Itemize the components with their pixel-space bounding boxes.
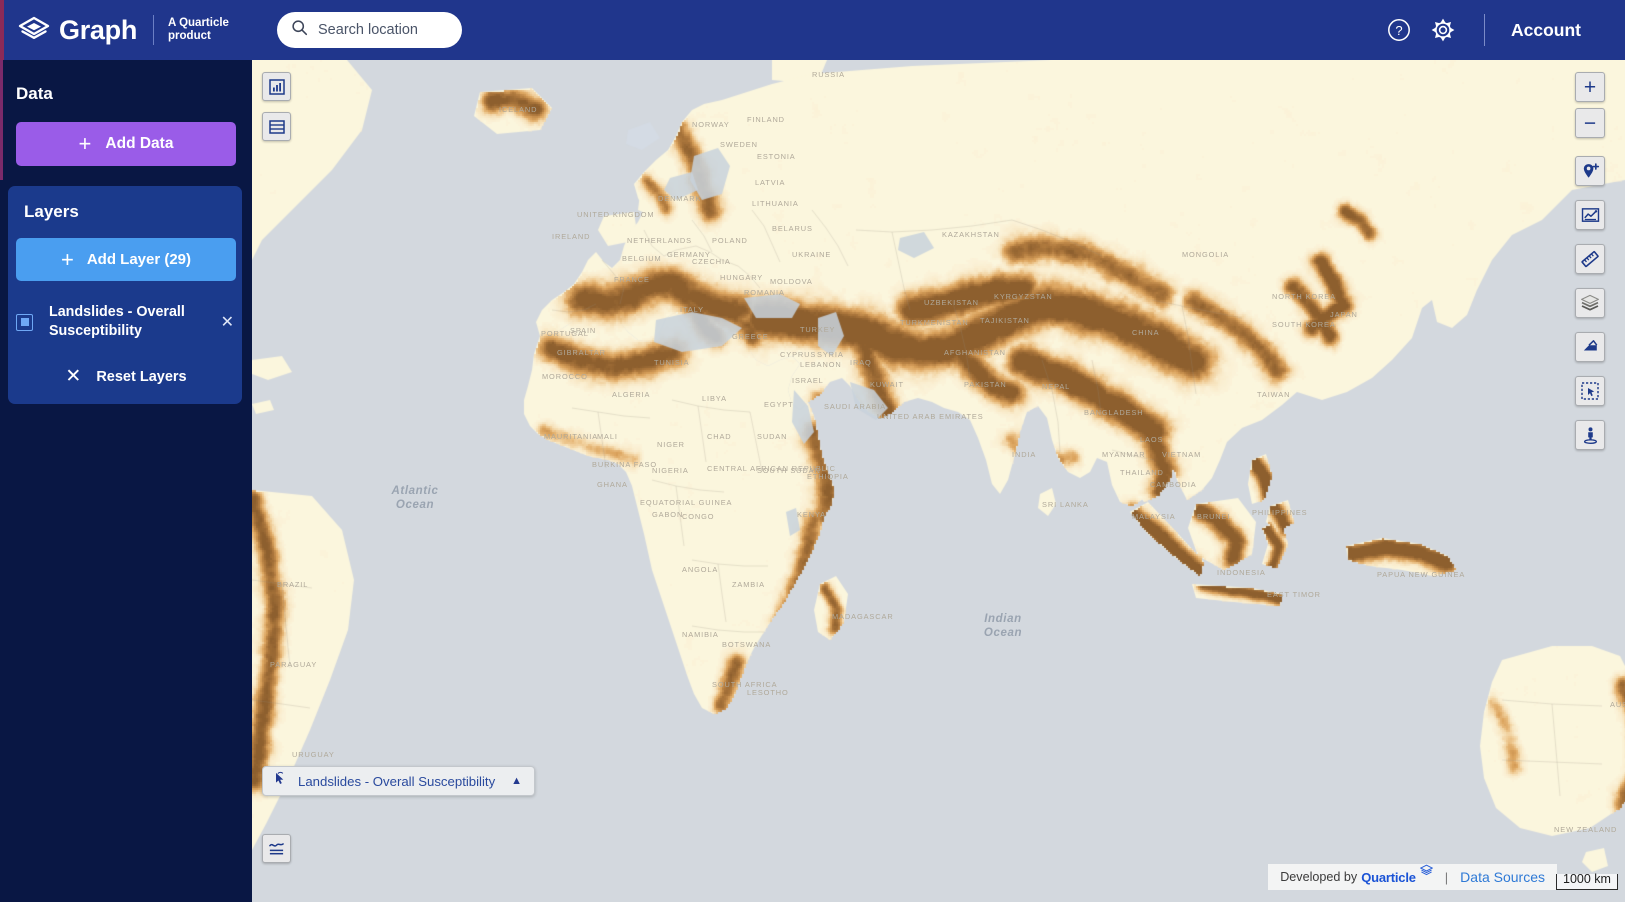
layers-section-title: Layers [24,202,79,221]
chevron-up-icon[interactable]: ▲ [511,775,522,787]
select-area-button[interactable] [1575,376,1605,406]
data-sources-link[interactable]: Data Sources [1460,869,1545,885]
chart-tool-button[interactable] [1575,200,1605,230]
header-vertical-divider [1484,14,1485,46]
account-button[interactable]: Account [1511,20,1603,41]
zoom-in-button[interactable]: + [1575,72,1605,102]
quarticle-layers-icon [1419,864,1434,886]
search-icon [291,19,308,41]
zoom-out-button[interactable]: − [1575,108,1605,138]
plus-icon: + [1583,75,1597,99]
layer-name-label: Landslides - Overall Susceptibility [49,304,185,339]
layer-visibility-checkbox[interactable] [16,313,33,331]
app-logo-text: Graph [59,14,138,45]
header-actions: ? Account [1370,14,1625,46]
erase-button[interactable] [1575,332,1605,362]
legend-pill-label: Landslides - Overall Susceptibility [298,773,496,789]
app-header: Graph A Quarticle product Search locatio… [0,0,1625,60]
map-scale-bar: 1000 km [1556,871,1618,890]
add-data-button[interactable]: + Add Data [16,122,236,166]
header-accent-bar [0,0,4,60]
search-placeholder-text: Search location [318,22,418,38]
header-divider [153,15,155,45]
street-view-button[interactable] [1575,420,1605,450]
sidebar-accent-bar [0,60,3,180]
layer-list-item[interactable]: Landslides - Overall Susceptibility ✕ [16,303,236,341]
add-marker-button[interactable] [1575,156,1605,186]
attribution-separator: | [1444,869,1449,885]
plus-icon: + [60,246,74,272]
data-section-title: Data [16,84,53,103]
plus-icon: + [78,131,92,156]
table-button[interactable] [262,112,291,141]
sidebar: Data + Add Data Layers + Add Layer (29) … [0,60,252,902]
layers-panel: Layers + Add Layer (29) Landslides - Ove… [8,186,242,404]
minus-icon: − [1583,111,1597,135]
map-viewport[interactable]: Atlantic Ocean Indian Ocean RUSSIA FINLAND NO… [252,60,1625,902]
legend-toggle-button[interactable] [262,834,291,863]
data-section: Data + Add Data [0,60,252,166]
map-layers-button[interactable] [1575,288,1605,318]
svg-text:?: ? [1395,23,1402,38]
developed-by-label: Developed by [1280,870,1358,884]
click-cursor-icon [273,771,288,791]
reset-layers-label: Reset Layers [96,368,187,385]
active-layer-legend-pill[interactable]: Landslides - Overall Susceptibility ▲ [262,766,536,796]
add-layer-label: Add Layer (29) [86,251,192,268]
app-logo[interactable]: Graph [18,14,137,46]
map-attribution: Developed by Quarticle | Data Sources [1268,864,1557,890]
add-data-label: Add Data [105,135,174,152]
statistics-button[interactable] [262,72,291,101]
help-circle-icon[interactable]: ? [1384,15,1414,45]
layers-stack-logo-icon [18,14,50,46]
gear-icon[interactable] [1428,15,1458,45]
quarticle-brand-label: Quarticle [1361,869,1416,885]
reset-layers-button[interactable]: ✕ Reset Layers [16,367,236,386]
close-icon: ✕ [65,366,82,387]
map-scale-label: 1000 km [1563,871,1611,886]
product-subtitle: A Quarticle product [168,17,229,42]
remove-layer-close-icon[interactable]: ✕ [219,312,236,332]
add-layer-button[interactable]: + Add Layer (29) [16,238,236,281]
search-input[interactable]: Search location [277,12,463,48]
measure-button[interactable] [1575,244,1605,274]
app-root: Graph A Quarticle product Search locatio… [0,0,1625,902]
